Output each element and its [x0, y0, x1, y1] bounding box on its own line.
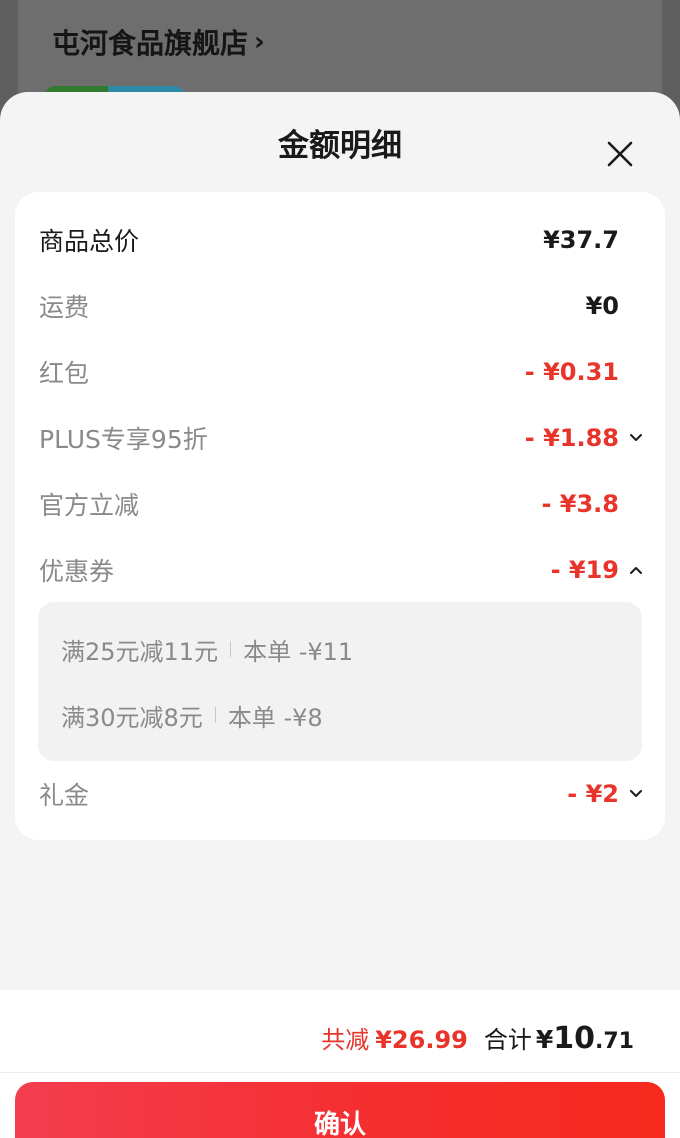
row-item-total: 商品总价 ¥37.7	[15, 220, 665, 260]
chevron-up-icon[interactable]	[626, 560, 646, 580]
row-red-packet: 红包 - ¥0.31	[15, 352, 665, 392]
price-breakdown-card: 商品总价 ¥37.7 运费 ¥0 红包 - ¥0.31 PLUS专享95折 - …	[15, 192, 665, 840]
row-label: PLUS专享95折	[39, 425, 208, 454]
total-decimal: .71	[595, 1029, 634, 1054]
row-value: - ¥2	[567, 780, 619, 808]
row-official-discount: 官方立减 - ¥3.8	[15, 484, 665, 524]
sheet-title: 金额明细	[278, 128, 402, 164]
chevron-down-icon[interactable]	[626, 428, 646, 448]
coupon-line: 满25元减11元 本单 -¥11	[61, 631, 353, 667]
chevron-down-icon[interactable]	[626, 784, 646, 804]
coupon-condition: 满25元减11元	[61, 637, 219, 666]
coupon-condition: 满30元减8元	[61, 703, 203, 732]
row-value: - ¥3.8	[541, 490, 619, 518]
row-label: 礼金	[39, 781, 90, 810]
coupon-detail-box: 满25元减11元 本单 -¥11 满30元减8元 本单 -¥8	[38, 602, 642, 761]
row-gift-money[interactable]: 礼金 - ¥2	[15, 774, 665, 814]
divider	[214, 707, 216, 723]
chevron-right-icon: ›	[254, 27, 265, 57]
row-label: 运费	[39, 293, 90, 322]
row-value: - ¥1.88	[524, 424, 619, 452]
store-name-text: 屯河食品旗舰店	[52, 27, 249, 60]
row-label: 官方立减	[39, 491, 140, 520]
total-integer: 10	[553, 1021, 596, 1056]
summary-footer: 共减 ¥26.99 合计 ¥ 10 .71 确认	[0, 990, 680, 1138]
row-coupon[interactable]: 优惠券 - ¥19	[15, 550, 665, 590]
row-value: ¥37.7	[543, 226, 619, 254]
saved-label: 共减	[321, 1026, 370, 1054]
footer-divider	[0, 1072, 680, 1073]
store-name: 屯河食品旗舰店 ›	[52, 22, 265, 62]
row-value: - ¥0.31	[524, 358, 619, 386]
amount-detail-sheet: 金额明细 商品总价 ¥37.7 运费 ¥0 红包 - ¥0.31 PLUS专享9…	[0, 92, 680, 1138]
row-plus-discount[interactable]: PLUS专享95折 - ¥1.88	[15, 418, 665, 458]
row-value: ¥0	[585, 292, 619, 320]
total-label: 合计	[483, 1026, 532, 1054]
coupon-amount: 本单 -¥11	[243, 637, 354, 666]
row-label: 商品总价	[39, 227, 140, 256]
row-value: - ¥19	[550, 556, 619, 584]
coupon-line: 满30元减8元 本单 -¥8	[61, 697, 323, 733]
close-button[interactable]	[600, 134, 640, 174]
row-shipping: 运费 ¥0	[15, 286, 665, 326]
row-label: 优惠券	[39, 557, 115, 586]
close-icon	[607, 141, 633, 167]
coupon-amount: 本单 -¥8	[227, 703, 323, 732]
saved-amount: ¥26.99	[375, 1026, 468, 1054]
confirm-button[interactable]: 确认	[15, 1082, 665, 1138]
row-label: 红包	[39, 359, 90, 388]
divider	[230, 641, 232, 657]
total-summary: 共减 ¥26.99 合计 ¥ 10 .71	[321, 1020, 634, 1056]
total-currency: ¥	[535, 1025, 554, 1054]
